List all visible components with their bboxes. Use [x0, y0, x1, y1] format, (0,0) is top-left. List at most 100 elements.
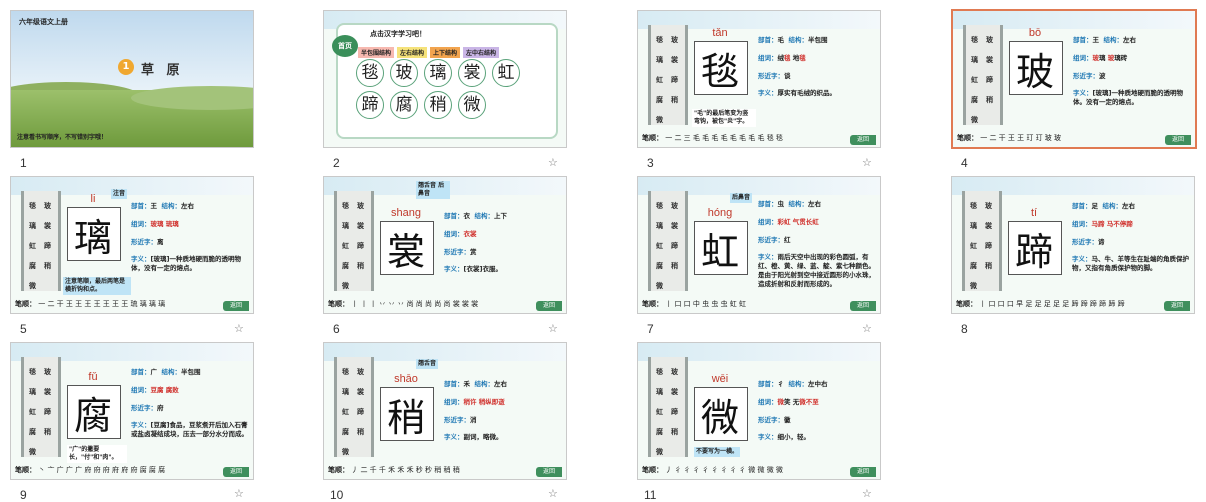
sidebar-character[interactable]: 虹 — [652, 407, 667, 417]
sidebar-character[interactable]: 腐 — [338, 261, 353, 271]
character-link[interactable]: 毯 — [356, 59, 384, 87]
sidebar-character[interactable]: 虹 — [338, 241, 353, 251]
sidebar-character[interactable]: 裳 — [353, 387, 368, 397]
sidebar-character[interactable]: 玻 — [981, 201, 996, 211]
sidebar-character[interactable]: 毯 — [338, 201, 353, 211]
sidebar-character[interactable]: 璃 — [652, 55, 667, 65]
sidebar-character[interactable]: 稍 — [667, 427, 682, 437]
slide-thumbnail-10[interactable]: 毯玻 璃裳 虹蹄 腐稍 微 翘舌音 shāo 稍 部首：禾 结构：左右 组词：稍… — [323, 342, 567, 480]
character-link[interactable]: 腐 — [390, 91, 418, 119]
sidebar-character[interactable]: 璃 — [338, 221, 353, 231]
sidebar-character[interactable]: 虹 — [652, 75, 667, 85]
sidebar-character[interactable]: 裳 — [40, 221, 55, 231]
sidebar-character[interactable]: 微 — [652, 115, 667, 125]
sidebar-character[interactable]: 毯 — [25, 367, 40, 377]
sidebar-character[interactable]: 腐 — [652, 427, 667, 437]
sidebar-character[interactable]: 玻 — [667, 35, 682, 45]
back-button[interactable]: 返回 — [536, 301, 562, 311]
slide-thumbnail-3[interactable]: 毯玻 璃裳 虹蹄 腐稍 微 tǎn 毯 "毛"的最后笔变为竖弯钩，被包"炎"字。… — [637, 10, 881, 148]
character-link[interactable]: 虹 — [492, 59, 520, 87]
sidebar-character[interactable]: 腐 — [652, 95, 667, 105]
slide-thumbnail-11[interactable]: 毯玻 璃裳 虹蹄 腐稍 微 wēi 微 不要写为一横。 部首：彳 结构：左中右 … — [637, 342, 881, 480]
back-button[interactable]: 返回 — [850, 467, 876, 477]
sidebar-character[interactable]: 稍 — [981, 261, 996, 271]
sidebar-character[interactable]: 裳 — [353, 221, 368, 231]
sidebar-character[interactable]: 腐 — [967, 95, 982, 105]
sidebar-character[interactable]: 玻 — [667, 367, 682, 377]
sidebar-character[interactable]: 蹄 — [353, 241, 368, 251]
sidebar-character[interactable]: 虹 — [25, 241, 40, 251]
sidebar-character[interactable]: 玻 — [40, 201, 55, 211]
back-button[interactable]: 返回 — [1165, 135, 1191, 145]
sidebar-character[interactable]: 裳 — [40, 387, 55, 397]
sidebar-character[interactable]: 稍 — [40, 427, 55, 437]
sidebar-character[interactable]: 微 — [338, 447, 353, 457]
sidebar-character[interactable]: 毯 — [25, 201, 40, 211]
sidebar-character[interactable]: 璃 — [652, 387, 667, 397]
sidebar-character[interactable]: 腐 — [25, 261, 40, 271]
slide-thumbnail-2[interactable]: 首页 点击汉字学习吧！ 半包围结构 左右结构 上下结构 左中右结构 毯 玻 璃 … — [323, 10, 567, 148]
back-button[interactable]: 返回 — [223, 467, 249, 477]
sidebar-character[interactable]: 蹄 — [667, 75, 682, 85]
sidebar-character[interactable]: 虹 — [338, 407, 353, 417]
sidebar-character[interactable]: 毯 — [967, 35, 982, 45]
sidebar-character[interactable]: 毯 — [652, 35, 667, 45]
sidebar-character[interactable]: 玻 — [667, 201, 682, 211]
sidebar-character[interactable]: 璃 — [25, 387, 40, 397]
sidebar-character[interactable]: 稍 — [353, 427, 368, 437]
sidebar-character[interactable]: 稍 — [40, 261, 55, 271]
sidebar-character[interactable]: 微 — [25, 281, 40, 291]
sidebar-character[interactable]: 腐 — [25, 427, 40, 437]
slide-thumbnail-8[interactable]: 毯玻 璃裳 虹蹄 腐稍 微 tí 蹄 部首：足 结构：左右 组词：马蹄 马不停蹄… — [951, 176, 1195, 314]
sidebar-character[interactable]: 毯 — [966, 201, 981, 211]
sidebar-character[interactable]: 微 — [967, 115, 982, 125]
sidebar-character[interactable]: 蹄 — [40, 241, 55, 251]
home-badge[interactable]: 首页 — [332, 35, 358, 57]
sidebar-character[interactable]: 蹄 — [40, 407, 55, 417]
character-link[interactable]: 璃 — [424, 59, 452, 87]
character-link[interactable]: 玻 — [390, 59, 418, 87]
back-button[interactable]: 返回 — [536, 467, 562, 477]
sidebar-character[interactable]: 玻 — [982, 35, 997, 45]
sidebar-character[interactable]: 玻 — [40, 367, 55, 377]
back-button[interactable]: 返回 — [1164, 301, 1190, 311]
slide-thumbnail-4[interactable]: 毯玻 璃裳 虹蹄 腐稍 微 bō 玻 部首：王 结构：左右 组词：玻璃 玻璃砖 … — [951, 9, 1197, 149]
sidebar-character[interactable]: 璃 — [338, 387, 353, 397]
character-link[interactable]: 稍 — [424, 91, 452, 119]
sidebar-character[interactable]: 虹 — [966, 241, 981, 251]
character-link[interactable]: 蹄 — [356, 91, 384, 119]
sidebar-character[interactable]: 腐 — [966, 261, 981, 271]
sidebar-character[interactable]: 裳 — [982, 55, 997, 65]
back-button[interactable]: 返回 — [223, 301, 249, 311]
sidebar-character[interactable]: 稍 — [353, 261, 368, 271]
sidebar-character[interactable]: 蹄 — [982, 75, 997, 85]
sidebar-character[interactable]: 微 — [338, 281, 353, 291]
sidebar-character[interactable]: 裳 — [981, 221, 996, 231]
sidebar-character[interactable]: 稍 — [982, 95, 997, 105]
slide-thumbnail-1[interactable]: 六年级语文上册 1 草 原 注意看书写顺序，不写错别字哦！ — [10, 10, 254, 148]
sidebar-character[interactable]: 微 — [25, 447, 40, 457]
back-button[interactable]: 返回 — [850, 135, 876, 145]
sidebar-character[interactable]: 毯 — [338, 367, 353, 377]
sidebar-character[interactable]: 微 — [652, 447, 667, 457]
sidebar-character[interactable]: 虹 — [652, 241, 667, 251]
back-button[interactable]: 返回 — [850, 301, 876, 311]
sidebar-character[interactable]: 玻 — [353, 201, 368, 211]
sidebar-character[interactable]: 裳 — [667, 55, 682, 65]
sidebar-character[interactable]: 蹄 — [667, 241, 682, 251]
sidebar-character[interactable]: 璃 — [966, 221, 981, 231]
slide-thumbnail-5[interactable]: 毯玻 璃裳 虹蹄 腐稍 微 注音 li 璃 注意笔顺，最后两笔是横折钩和点。 部… — [10, 176, 254, 314]
sidebar-character[interactable]: 稍 — [667, 261, 682, 271]
sidebar-character[interactable]: 璃 — [25, 221, 40, 231]
sidebar-character[interactable]: 毯 — [652, 367, 667, 377]
sidebar-character[interactable]: 玻 — [353, 367, 368, 377]
sidebar-character[interactable]: 微 — [652, 281, 667, 291]
slide-thumbnail-7[interactable]: 毯玻 璃裳 虹蹄 腐稍 微 后鼻音 hóng 虹 部首：虫 结构：左右 组词：彩… — [637, 176, 881, 314]
sidebar-character[interactable]: 虹 — [25, 407, 40, 417]
sidebar-character[interactable]: 腐 — [338, 427, 353, 437]
character-link[interactable]: 裳 — [458, 59, 486, 87]
slide-thumbnail-9[interactable]: 毯玻 璃裳 虹蹄 腐稍 微 fǔ 腐 "广"的撇要长，"付"和"肉"。 部首：广… — [10, 342, 254, 480]
slide-thumbnail-6[interactable]: 毯玻 璃裳 虹蹄 腐稍 微 翘舌音 后鼻音 shang 裳 部首：衣 结构：上下… — [323, 176, 567, 314]
sidebar-character[interactable]: 璃 — [652, 221, 667, 231]
character-link[interactable]: 微 — [458, 91, 486, 119]
